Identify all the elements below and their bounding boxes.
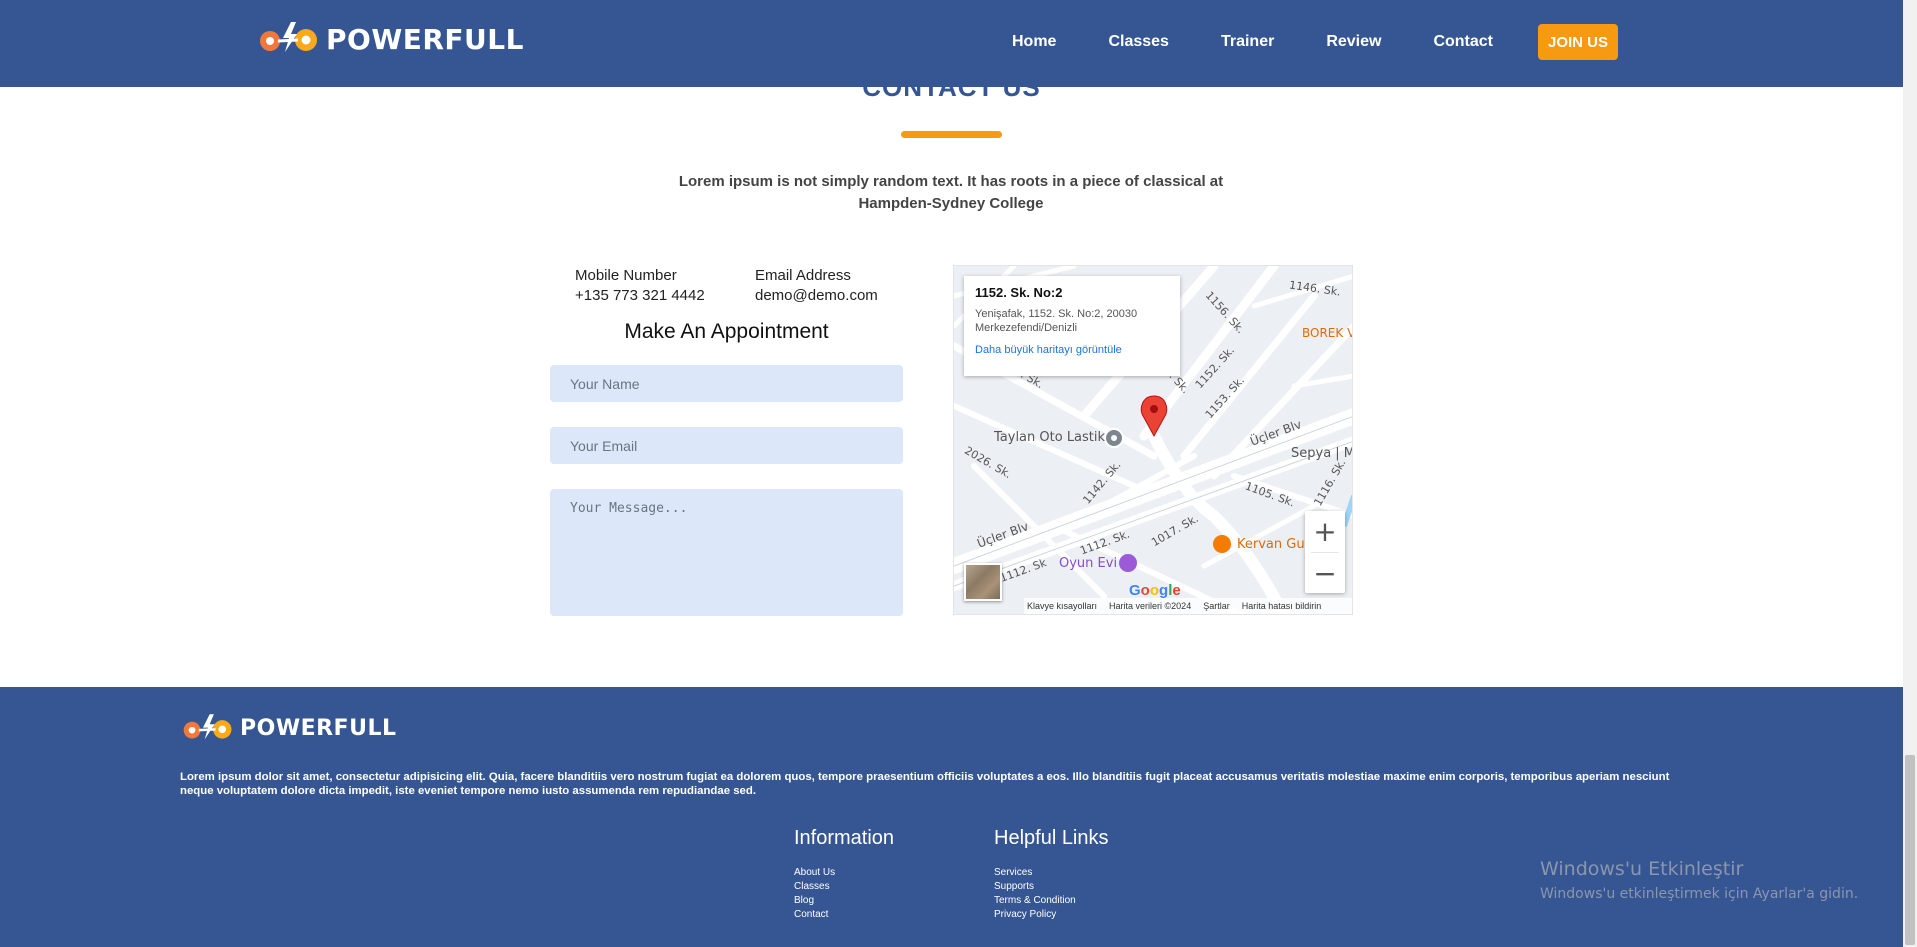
join-us-button[interactable]: JOIN US — [1538, 24, 1618, 60]
map-label: Taylan Oto Lastik — [994, 430, 1106, 445]
keyboard-shortcuts-link[interactable]: Klavye kısayolları — [1027, 601, 1097, 611]
zoom-out-button[interactable]: − — [1305, 553, 1345, 594]
title-underline — [901, 131, 1002, 138]
footer-link-privacy[interactable]: Privacy Policy — [994, 908, 1109, 922]
message-textarea[interactable] — [550, 489, 903, 616]
footer-link-supports[interactable]: Supports — [994, 880, 1109, 894]
page-scrollbar[interactable] — [1903, 0, 1917, 947]
map-card-address: Yenişafak, 1152. Sk. No:2, 20030 Merkeze… — [975, 308, 1138, 334]
dumbbell-logo-icon — [260, 22, 317, 52]
footer-link-terms[interactable]: Terms & Condition — [994, 894, 1109, 908]
terms-link[interactable]: Şartlar — [1203, 601, 1230, 611]
nav-home[interactable]: Home — [1012, 24, 1056, 60]
email-label: Email Address — [755, 267, 851, 284]
section-intro: Lorem ipsum is not simply random text. I… — [678, 173, 1224, 212]
satellite-toggle[interactable] — [964, 563, 1002, 601]
dumbbell-logo-icon — [183, 714, 232, 740]
footer-link-about[interactable]: About Us — [794, 866, 894, 880]
footer-brand-name: POWERFULL — [240, 716, 397, 741]
mobile-value: +135 773 321 4442 — [575, 287, 705, 304]
name-input[interactable] — [550, 365, 903, 402]
nav-review[interactable]: Review — [1326, 24, 1381, 60]
email-value: demo@demo.com — [755, 287, 878, 304]
nav-classes[interactable]: Classes — [1108, 24, 1169, 60]
scrollbar-thumb[interactable] — [1905, 755, 1915, 945]
footer-link-blog[interactable]: Blog — [794, 894, 894, 908]
helpful-links-heading: Helpful Links — [994, 827, 1109, 849]
map-label: BOREK V — [1302, 326, 1353, 340]
footer-information: Information About Us Classes Blog Contac… — [794, 827, 894, 922]
footer-link-classes[interactable]: Classes — [794, 880, 894, 894]
mobile-info: Mobile Number +135 773 321 4442 — [575, 266, 705, 306]
footer-link-services[interactable]: Services — [994, 866, 1109, 880]
location-map[interactable]: 1146. Sk. 1156. Sk. BOREK V 2030. Sk. 11… — [953, 265, 1353, 615]
larger-map-link[interactable]: Daha büyük haritayı görüntüle — [975, 344, 1169, 356]
report-error-link[interactable]: Harita hatası bildirin — [1242, 601, 1322, 611]
map-label: Oyun Evi — [1059, 556, 1118, 571]
site-footer: POWERFULL Lorem ipsum dolor sit amet, co… — [0, 687, 1903, 947]
map-label: Sepya | Me — [1291, 446, 1352, 461]
map-attribution: Klavye kısayolları Harita verileri ©2024… — [1024, 598, 1352, 614]
map-data-text: Harita verileri ©2024 — [1109, 601, 1192, 611]
footer-helpful-links: Helpful Links Services Supports Terms & … — [994, 827, 1109, 922]
nav-contact[interactable]: Contact — [1433, 24, 1493, 60]
google-logo: Google — [1129, 582, 1181, 599]
information-heading: Information — [794, 827, 895, 849]
watermark-subtitle: Windows'u etkinleştirmek için Ayarlar'a … — [1540, 886, 1859, 902]
windows-activation-watermark: Windows'u Etkinleştir Windows'u etkinleş… — [1540, 858, 1858, 902]
zoom-in-button[interactable]: + — [1305, 511, 1345, 552]
brand-name: POWERFULL — [326, 22, 524, 56]
nav-trainer[interactable]: Trainer — [1221, 24, 1274, 60]
email-input[interactable] — [550, 427, 903, 464]
map-label: Kervan Gu — [1237, 537, 1305, 552]
appointment-title: Make An Appointment — [624, 320, 829, 343]
top-navbar: POWERFULL Home Classes Trainer Review Co… — [0, 0, 1903, 87]
mobile-label: Mobile Number — [575, 267, 677, 284]
map-card-title: 1152. Sk. No:2 — [975, 285, 1063, 300]
brand-logo[interactable]: POWERFULL — [258, 22, 524, 56]
footer-link-contact[interactable]: Contact — [794, 908, 894, 922]
map-info-card: 1152. Sk. No:2 Yenişafak, 1152. Sk. No:2… — [964, 276, 1180, 376]
watermark-title: Windows'u Etkinleştir — [1540, 858, 1744, 880]
footer-logo[interactable]: POWERFULL — [182, 714, 397, 743]
main-nav: Home Classes Trainer Review Contact — [1012, 24, 1545, 60]
footer-description: Lorem ipsum dolor sit amet, consectetur … — [180, 771, 1670, 797]
zoom-controls: + − — [1305, 511, 1345, 593]
email-info: Email Address demo@demo.com — [755, 266, 878, 306]
